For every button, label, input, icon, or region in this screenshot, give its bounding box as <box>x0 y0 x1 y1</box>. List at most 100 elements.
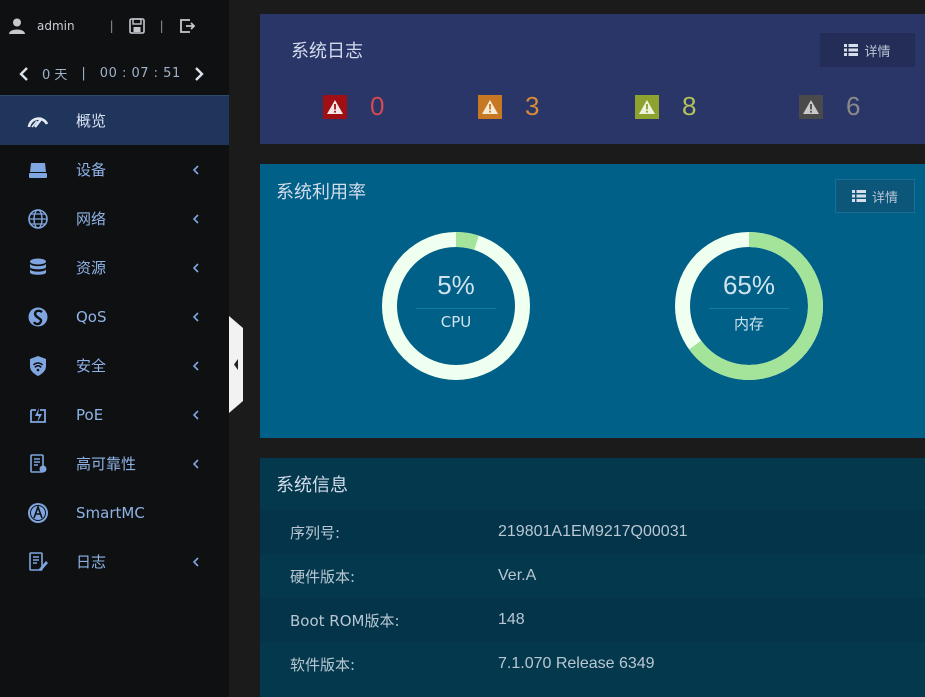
cpu-gauge: 5% CPU <box>380 230 532 382</box>
list-icon <box>851 190 866 202</box>
save-icon[interactable] <box>128 17 146 35</box>
nav-item-overview[interactable]: 概览 <box>0 96 229 145</box>
info-value: 148 <box>498 611 525 628</box>
chevron-left-icon <box>192 556 199 567</box>
panel-title: 系统信息 <box>276 475 348 496</box>
info-value: 219801A1EM9217Q00031 <box>498 523 688 540</box>
nav-item-device[interactable]: 设备 <box>0 145 229 194</box>
nav-item-reliability[interactable]: 高可靠性 <box>0 439 229 488</box>
alarm-count: 0 <box>370 91 385 121</box>
sidebar-collapse-handle[interactable] <box>229 316 243 413</box>
alarm-major-icon <box>478 94 502 119</box>
nav-label: 日志 <box>76 553 107 571</box>
info-key: 序列号: <box>290 523 341 542</box>
nav-item-qos[interactable]: QoS <box>0 292 229 341</box>
smartmc-icon <box>28 502 48 523</box>
alarm-critical-icon <box>323 94 347 119</box>
database-icon <box>30 258 46 275</box>
info-key: 软件版本: <box>290 655 356 674</box>
uptime-clock: 00 : 07 : 51 <box>99 66 181 81</box>
separator: | <box>159 19 164 33</box>
poe-icon <box>30 407 46 423</box>
nav-item-smartmc[interactable]: SmartMC <box>0 488 229 537</box>
chevron-left-icon <box>192 360 199 371</box>
nav-item-poe[interactable]: PoE <box>0 390 229 439</box>
panel-title: 系统日志 <box>291 41 363 62</box>
nav-item-security[interactable]: 安全 <box>0 341 229 390</box>
usage-detail-button[interactable]: 详情 <box>835 179 915 213</box>
info-key: 硬件版本: <box>290 567 356 586</box>
username: admin <box>37 19 75 33</box>
nav-label: 设备 <box>76 161 107 179</box>
info-row-hardware: 硬件版本: Ver.A <box>260 554 925 598</box>
chevron-left-icon <box>192 164 199 175</box>
alarm-major[interactable]: 3 <box>478 91 539 122</box>
qos-icon <box>28 307 48 326</box>
chevron-left-icon <box>192 458 199 469</box>
reliability-icon <box>30 453 47 473</box>
alarm-count: 3 <box>525 91 540 121</box>
system-usage-panel: 系统利用率 详情 5% CPU 65% 内存 <box>260 164 925 438</box>
alarm-minor[interactable]: 8 <box>635 91 696 122</box>
globe-icon <box>28 208 48 229</box>
uptime-bar: 0 天 | 00 : 07 : 51 <box>0 52 229 96</box>
chevron-left-icon <box>192 311 199 322</box>
alarm-minor-icon <box>635 94 659 119</box>
memory-gauge: 65% 内存 <box>673 230 825 382</box>
next-arrow-icon[interactable] <box>193 66 205 81</box>
separator: | <box>109 19 114 33</box>
nav-label: 安全 <box>76 357 107 375</box>
gauge-label: CPU <box>440 313 472 331</box>
alarm-count: 6 <box>846 91 861 121</box>
nav-label: 网络 <box>76 210 107 228</box>
nav-menu: 概览 设备 网络 资源 QoS 安全 PoE 高可靠性 SmartMC 日志 <box>0 96 229 586</box>
nav-label: QoS <box>76 307 107 326</box>
user-icon <box>9 18 25 34</box>
shield-wifi-icon <box>30 355 46 376</box>
nav-item-resources[interactable]: 资源 <box>0 243 229 292</box>
nav-label: 资源 <box>76 259 107 277</box>
nav-label: SmartMC <box>76 503 145 522</box>
log-detail-button[interactable]: 详情 <box>820 33 915 67</box>
info-row-software: 软件版本: 7.1.070 Release 6349 <box>260 642 925 686</box>
info-value: 7.1.070 Release 6349 <box>498 655 655 672</box>
info-row-bootrom: Boot ROM版本: 148 <box>260 598 925 642</box>
detail-label: 详情 <box>864 44 891 60</box>
nav-item-network[interactable]: 网络 <box>0 194 229 243</box>
panel-title: 系统利用率 <box>276 182 366 203</box>
gauge-track <box>382 232 530 380</box>
gauge-divider <box>709 308 789 309</box>
chevron-left-icon <box>192 409 199 420</box>
list-icon <box>844 44 859 56</box>
nav-label: PoE <box>76 405 104 424</box>
gauge-label: 内存 <box>733 315 764 333</box>
detail-label: 详情 <box>871 190 898 206</box>
chevron-left-icon <box>192 213 199 224</box>
info-table: 序列号: 219801A1EM9217Q00031 硬件版本: Ver.A Bo… <box>260 510 925 686</box>
log-icon <box>29 551 48 571</box>
nav-item-log[interactable]: 日志 <box>0 537 229 586</box>
gauge-percent: 65% <box>722 270 776 300</box>
user-bar: admin | | <box>0 0 229 52</box>
device-icon <box>29 162 47 178</box>
system-log-panel: 系统日志 详情 0 3 8 6 <box>260 14 925 144</box>
info-row-serial: 序列号: 219801A1EM9217Q00031 <box>260 510 925 554</box>
separator: | <box>81 66 86 81</box>
alarm-warning[interactable]: 6 <box>799 91 860 122</box>
alarm-count: 8 <box>682 91 697 121</box>
info-key: Boot ROM版本: <box>290 611 400 630</box>
nav-label: 概览 <box>76 112 107 130</box>
uptime-days: 0 天 <box>42 68 68 83</box>
chevron-left-icon <box>192 262 199 273</box>
alarm-critical[interactable]: 0 <box>323 91 384 122</box>
speedometer-icon <box>27 116 49 128</box>
nav-label: 高可靠性 <box>76 455 137 473</box>
gauge-divider <box>416 308 496 309</box>
system-info-panel: 系统信息 序列号: 219801A1EM9217Q00031 硬件版本: Ver… <box>260 458 925 697</box>
prev-arrow-icon[interactable] <box>18 66 30 81</box>
alarm-warning-icon <box>799 94 823 119</box>
gauge-percent: 5% <box>437 270 475 300</box>
sidebar: admin | | 0 天 | 00 : 07 : 51 概览 设备 网络 资源… <box>0 0 229 697</box>
info-value: Ver.A <box>498 567 537 584</box>
logout-icon[interactable] <box>178 17 196 35</box>
